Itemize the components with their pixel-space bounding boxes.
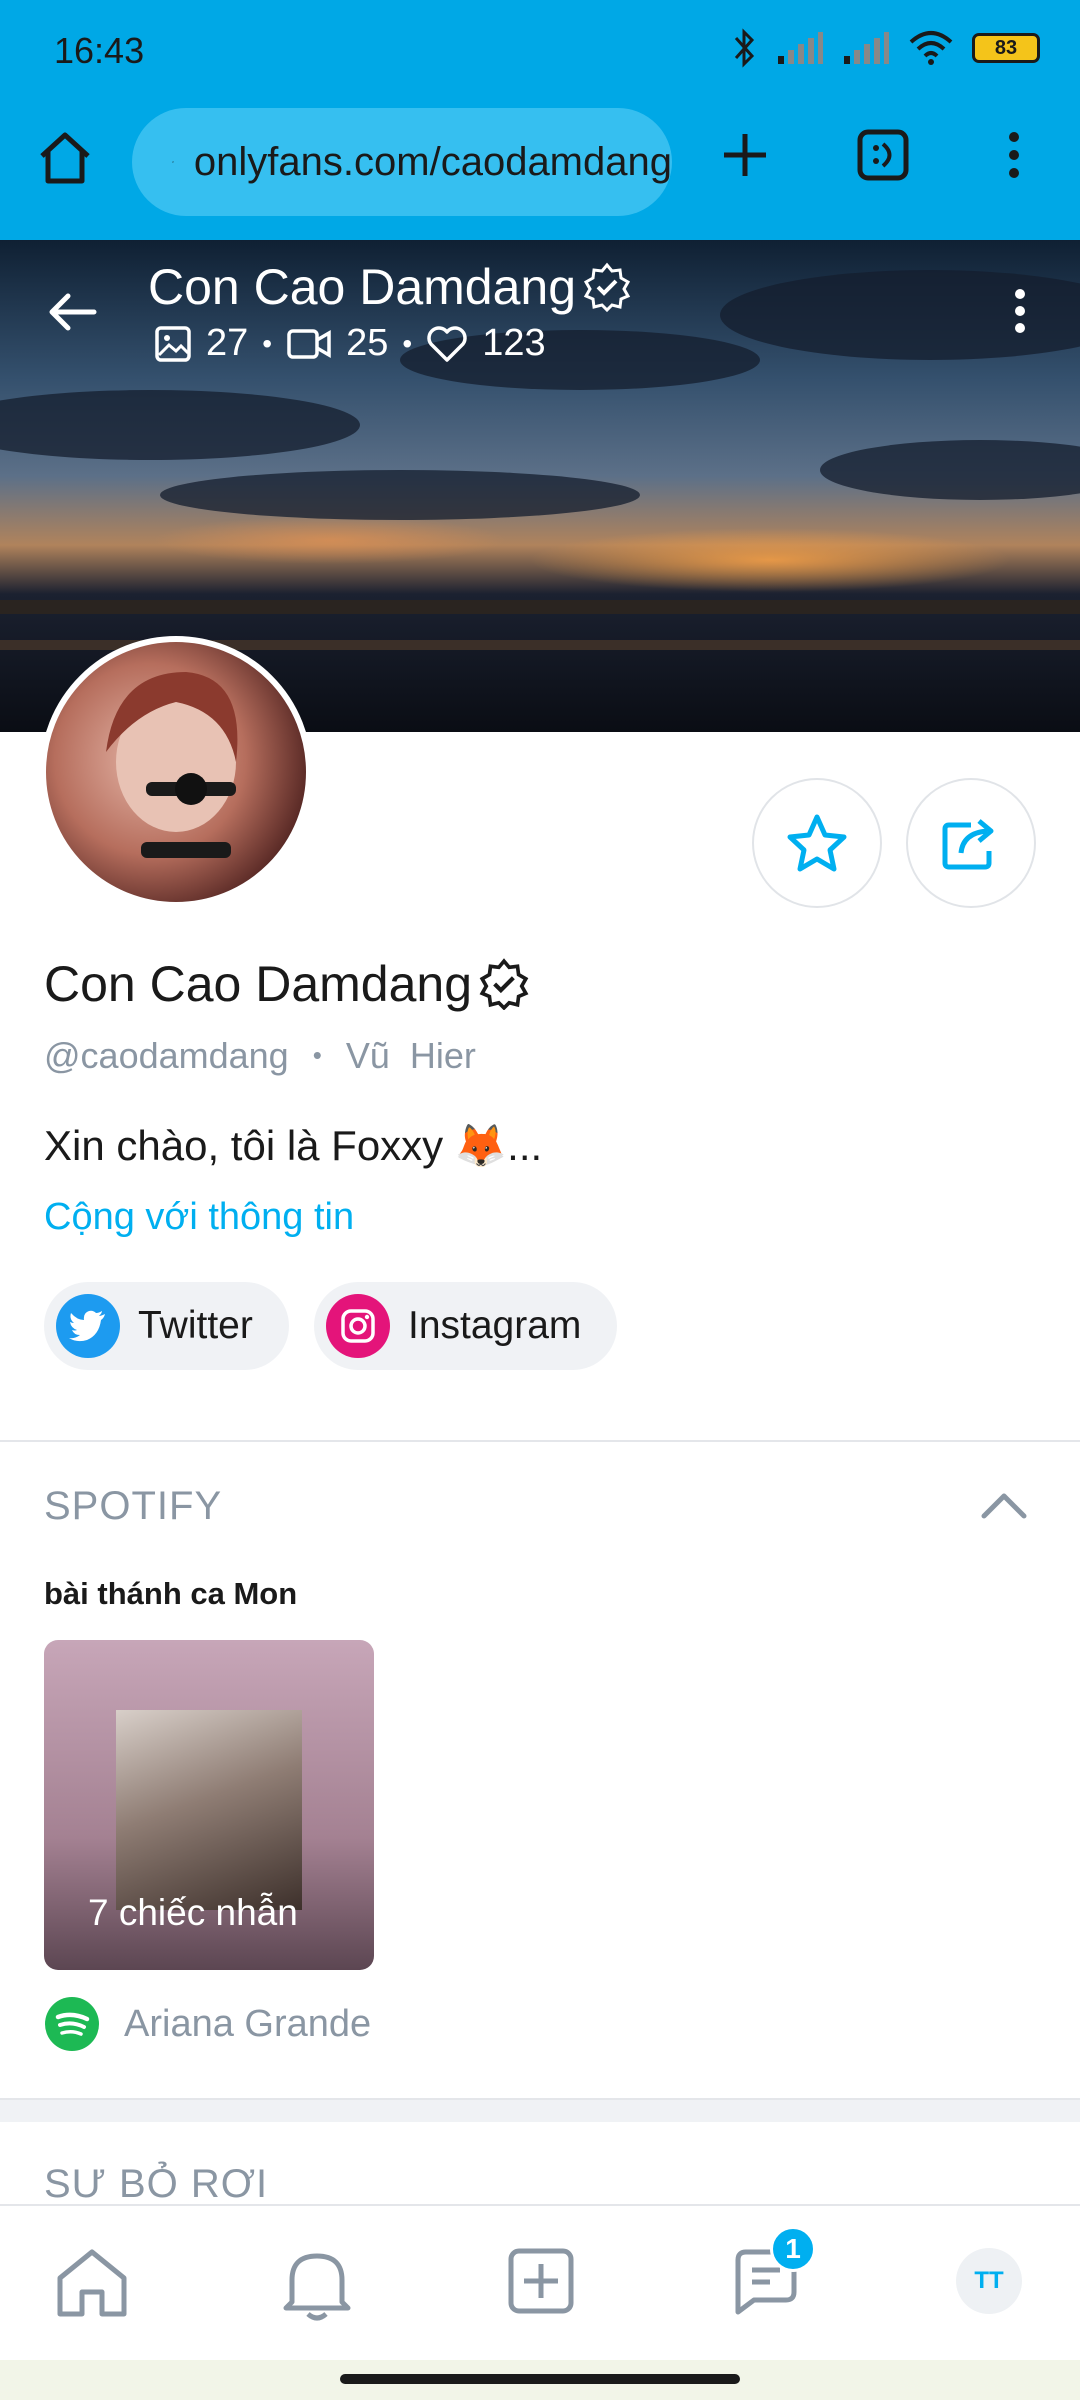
back-arrow-icon[interactable] <box>46 290 98 334</box>
share-button[interactable] <box>906 778 1036 908</box>
profile-handle-row: @caodamdang • Vũ Hier <box>44 1035 476 1077</box>
banner-title: Con Cao Damdang <box>148 258 632 316</box>
artist-row[interactable]: Ariana Grande <box>44 1996 371 2052</box>
twitter-label: Twitter <box>138 1304 253 1347</box>
instagram-label: Instagram <box>408 1304 582 1347</box>
address-bar[interactable]: onlyfans.com/caodamdang <box>132 108 672 216</box>
instagram-link[interactable]: Instagram <box>314 1282 618 1370</box>
url-text: onlyfans.com/caodamdang <box>193 139 672 184</box>
profile-avatar[interactable] <box>40 636 312 908</box>
likes-count: 123 <box>482 322 546 364</box>
battery-indicator: 83 <box>972 33 1040 63</box>
signal-icon <box>778 32 823 64</box>
messages-badge: 1 <box>770 2226 816 2272</box>
profile-status: Vũ Hier <box>345 1035 476 1076</box>
banner-cloud <box>820 440 1080 500</box>
album-cover-photo <box>116 1710 302 1910</box>
nav-add-post-icon[interactable] <box>506 2246 576 2316</box>
heart-icon <box>427 325 467 362</box>
next-section-title: SƯ BỎ RƠI <box>44 2162 269 2206</box>
signal-icon <box>844 32 889 64</box>
section-gap <box>0 2100 1080 2122</box>
nav-messages[interactable]: 1 <box>730 2226 816 2323</box>
star-icon <box>787 814 847 872</box>
bottom-nav: 1 TT <box>0 2204 1080 2360</box>
banner-stats: 27 • 25 • 123 <box>154 322 546 365</box>
status-icons: 83 <box>732 28 1040 68</box>
dot-separator: • <box>262 327 273 359</box>
twitter-link[interactable]: Twitter <box>44 1282 289 1370</box>
home-icon[interactable] <box>36 130 94 186</box>
profile-name-text: Con Cao Damdang <box>44 956 473 1012</box>
status-time: 16:43 <box>54 30 145 71</box>
dot-separator: • <box>312 1040 322 1070</box>
playlist-title: bài thánh ca Mon <box>44 1576 298 1611</box>
avatar-photo <box>106 672 238 858</box>
videos-count: 25 <box>346 322 389 364</box>
profile-bio: Xin chào, tôi là Foxxy 🦊... <box>44 1122 543 1169</box>
gesture-handle[interactable] <box>340 2374 740 2384</box>
nav-notifications-icon[interactable] <box>280 2246 354 2322</box>
favorite-button[interactable] <box>752 778 882 908</box>
verified-icon <box>583 262 631 312</box>
album-label: 7 chiếc nhẫn <box>88 1892 298 1933</box>
dot-separator: • <box>402 327 413 359</box>
banner-name: Con Cao Damdang <box>148 259 577 315</box>
verified-icon <box>479 958 529 1010</box>
new-tab-icon[interactable] <box>718 128 772 182</box>
collapse-chevron-icon[interactable] <box>980 1490 1028 1520</box>
share-icon <box>942 819 994 870</box>
banner-cloud <box>0 390 360 460</box>
tabs-icon[interactable] <box>856 128 910 182</box>
profile-handle: @caodamdang <box>44 1035 289 1076</box>
nav-profile[interactable]: TT <box>956 2248 1022 2314</box>
gesture-area <box>0 2360 1080 2400</box>
banner-cloud <box>160 470 640 520</box>
album-card[interactable]: 7 chiếc nhẫn <box>44 1640 374 1970</box>
profile-name: Con Cao Damdang <box>44 955 530 1013</box>
banner-bridge <box>0 600 1080 614</box>
instagram-icon <box>326 1294 390 1358</box>
site-settings-icon[interactable] <box>172 144 174 180</box>
nav-home-icon[interactable] <box>54 2246 130 2320</box>
more-info-link[interactable]: Cộng với thông tin <box>44 1196 354 1239</box>
spotify-section-title: SPOTIFY <box>44 1484 223 1528</box>
photos-count: 27 <box>206 322 249 364</box>
user-avatar: TT <box>956 2248 1022 2314</box>
spotify-icon <box>45 1997 99 2051</box>
bluetooth-icon <box>734 28 755 68</box>
menu-icon[interactable] <box>1000 128 1028 182</box>
artist-name: Ariana Grande <box>124 2002 372 2045</box>
section-divider <box>0 1440 1080 1442</box>
status-bar: 16:43 83 <box>0 0 1080 100</box>
more-options-icon[interactable] <box>1008 286 1032 336</box>
wifi-icon <box>909 31 953 65</box>
image-icon <box>155 325 191 362</box>
browser-toolbar: onlyfans.com/caodamdang <box>0 100 1080 240</box>
video-icon <box>287 328 331 359</box>
twitter-icon <box>56 1294 120 1358</box>
